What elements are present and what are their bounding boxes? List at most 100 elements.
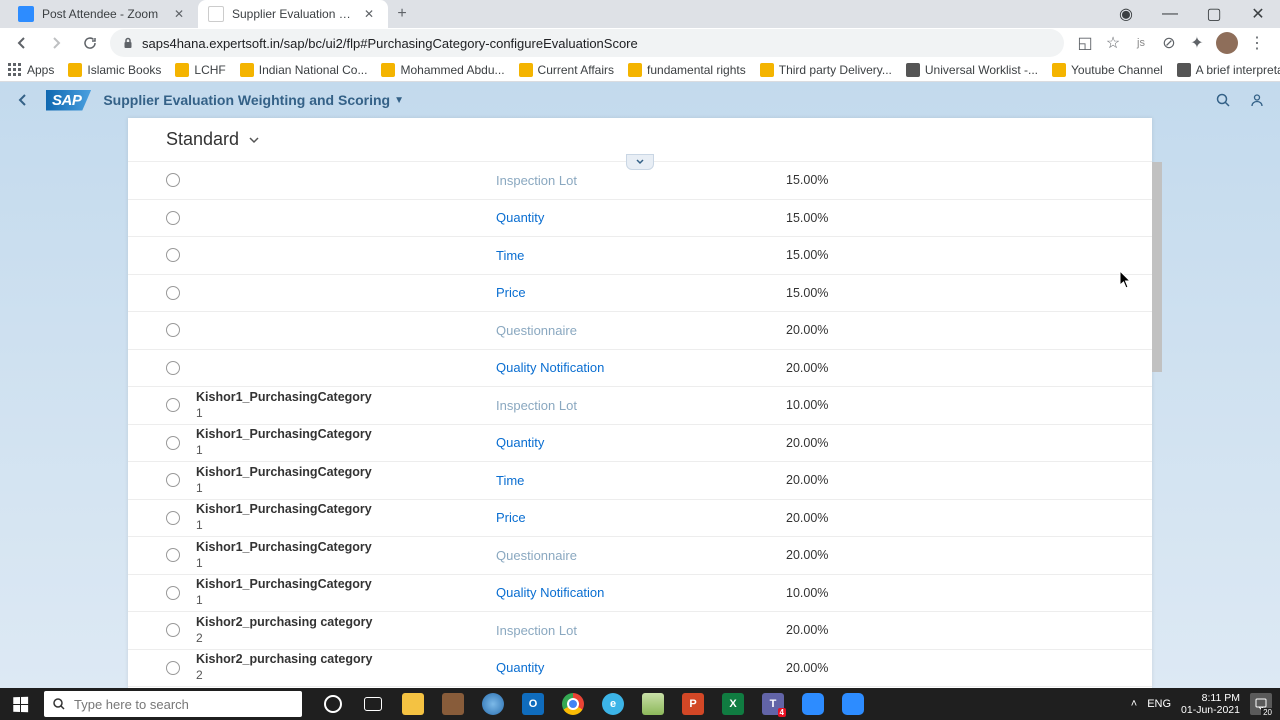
table-row[interactable]: Kishor1_PurchasingCategory1Time20.00% (128, 462, 1152, 500)
bookmark-item[interactable]: Current Affairs (519, 63, 614, 77)
row-radio[interactable] (166, 173, 180, 187)
criterion-link[interactable]: Inspection Lot (496, 173, 577, 188)
task-taskview[interactable] (354, 688, 392, 720)
tab-supplier-eval[interactable]: Supplier Evaluation Weighting a ✕ (198, 0, 388, 28)
bookmark-item[interactable]: Third party Delivery... (760, 63, 892, 77)
table-row[interactable]: Quantity15.00% (128, 200, 1152, 238)
bookmark-item[interactable]: LCHF (175, 63, 225, 77)
forward-button[interactable] (42, 29, 70, 57)
criterion-link[interactable]: Quantity (496, 435, 544, 450)
back-button[interactable] (8, 29, 36, 57)
minimize-button[interactable]: — (1148, 0, 1192, 28)
table-row[interactable]: Kishor1_PurchasingCategory1Quality Notif… (128, 575, 1152, 613)
task-explorer[interactable] (394, 688, 432, 720)
profile-avatar[interactable] (1216, 32, 1238, 54)
window-close-button[interactable]: ✕ (1236, 0, 1280, 28)
reload-button[interactable] (76, 29, 104, 57)
close-icon[interactable]: ✕ (174, 7, 188, 21)
tray-lang[interactable]: ENG (1147, 698, 1171, 710)
page-favicon-icon (208, 6, 224, 22)
task-teams[interactable]: T4 (754, 688, 792, 720)
record-icon[interactable]: ◉ (1104, 0, 1148, 28)
row-radio[interactable] (166, 286, 180, 300)
shell-back-button[interactable] (12, 89, 34, 111)
criterion-link[interactable]: Quantity (496, 660, 544, 675)
row-radio[interactable] (166, 511, 180, 525)
table-row[interactable]: Kishor2_purchasing category2Inspection L… (128, 612, 1152, 650)
sap-logo[interactable]: SAP (46, 90, 91, 111)
criterion-link[interactable]: Time (496, 473, 524, 488)
user-button[interactable] (1246, 89, 1268, 111)
criterion-link[interactable]: Questionnaire (496, 548, 577, 563)
table-row[interactable]: Kishor1_PurchasingCategory1Quantity20.00… (128, 425, 1152, 463)
criterion-link[interactable]: Inspection Lot (496, 398, 577, 413)
row-radio[interactable] (166, 623, 180, 637)
search-button[interactable] (1212, 89, 1234, 111)
bookmark-item[interactable]: fundamental rights (628, 63, 746, 77)
bookmark-item[interactable]: Universal Worklist -... (906, 63, 1038, 77)
row-radio[interactable] (166, 548, 180, 562)
puzzle-icon[interactable]: ✦ (1188, 34, 1206, 52)
task-powerpoint[interactable]: P (674, 688, 712, 720)
install-icon[interactable]: ◱ (1076, 34, 1094, 52)
action-center-button[interactable]: 20 (1250, 693, 1272, 715)
criterion-link[interactable]: Time (496, 248, 524, 263)
new-tab-button[interactable]: + (388, 0, 416, 28)
tray-chevron-icon[interactable]: ˄ (1131, 698, 1137, 710)
task-ie[interactable]: e (594, 688, 632, 720)
criterion-link[interactable]: Questionnaire (496, 323, 577, 338)
table-row[interactable]: Kishor1_PurchasingCategory1Questionnaire… (128, 537, 1152, 575)
bookmark-apps[interactable]: Apps (8, 63, 54, 77)
table-row[interactable]: Time15.00% (128, 237, 1152, 275)
table-row[interactable]: Price15.00% (128, 275, 1152, 313)
tab-zoom[interactable]: Post Attendee - Zoom ✕ (8, 0, 198, 28)
row-radio[interactable] (166, 436, 180, 450)
task-excel[interactable]: X (714, 688, 752, 720)
scrollbar[interactable] (1152, 162, 1162, 372)
taskbar-search[interactable]: Type here to search (44, 691, 302, 717)
row-radio[interactable] (166, 211, 180, 225)
menu-icon[interactable]: ⋮ (1248, 34, 1266, 52)
criterion-link[interactable]: Quantity (496, 210, 544, 225)
star-icon[interactable]: ☆ (1104, 34, 1122, 52)
table-row[interactable]: Kishor1_PurchasingCategory1Inspection Lo… (128, 387, 1152, 425)
close-icon[interactable]: ✕ (364, 7, 378, 21)
bookmark-item[interactable]: Mohammed Abdu... (381, 63, 504, 77)
collapse-filter-button[interactable] (626, 154, 654, 170)
row-radio[interactable] (166, 661, 180, 675)
task-outlook[interactable]: O (514, 688, 552, 720)
task-store[interactable] (434, 688, 472, 720)
criterion-link[interactable]: Quality Notification (496, 360, 604, 375)
tray-clock[interactable]: 8:11 PM 01-Jun-2021 (1181, 692, 1240, 716)
table-row[interactable]: Kishor2_purchasing category2Quantity20.0… (128, 650, 1152, 688)
start-button[interactable] (0, 688, 40, 720)
bookmark-item[interactable]: Islamic Books (68, 63, 161, 77)
bookmark-item[interactable]: Indian National Co... (240, 63, 368, 77)
task-cortana[interactable] (314, 688, 352, 720)
bookmark-item[interactable]: Youtube Channel (1052, 63, 1163, 77)
criterion-link[interactable]: Price (496, 510, 526, 525)
row-radio[interactable] (166, 586, 180, 600)
table-row[interactable]: Questionnaire20.00% (128, 312, 1152, 350)
row-radio[interactable] (166, 473, 180, 487)
maximize-button[interactable]: ▢ (1192, 0, 1236, 28)
table-row[interactable]: Quality Notification20.00% (128, 350, 1152, 388)
row-radio[interactable] (166, 323, 180, 337)
task-globe[interactable] (474, 688, 512, 720)
task-zoom[interactable] (794, 688, 832, 720)
row-radio[interactable] (166, 398, 180, 412)
app-title[interactable]: Supplier Evaluation Weighting and Scorin… (103, 92, 404, 108)
row-radio[interactable] (166, 361, 180, 375)
criterion-link[interactable]: Inspection Lot (496, 623, 577, 638)
criterion-link[interactable]: Price (496, 285, 526, 300)
table-row[interactable]: Kishor1_PurchasingCategory1Price20.00% (128, 500, 1152, 538)
task-notepad[interactable] (634, 688, 672, 720)
criterion-link[interactable]: Quality Notification (496, 585, 604, 600)
extension-icon[interactable]: js (1132, 34, 1150, 52)
row-radio[interactable] (166, 248, 180, 262)
adblock-icon[interactable]: ⊘ (1160, 34, 1178, 52)
task-chrome[interactable] (554, 688, 592, 720)
address-bar[interactable]: saps4hana.expertsoft.in/sap/bc/ui2/flp#P… (110, 29, 1064, 57)
task-zoom2[interactable] (834, 688, 872, 720)
bookmark-item[interactable]: A brief interpretatio... (1177, 63, 1280, 77)
